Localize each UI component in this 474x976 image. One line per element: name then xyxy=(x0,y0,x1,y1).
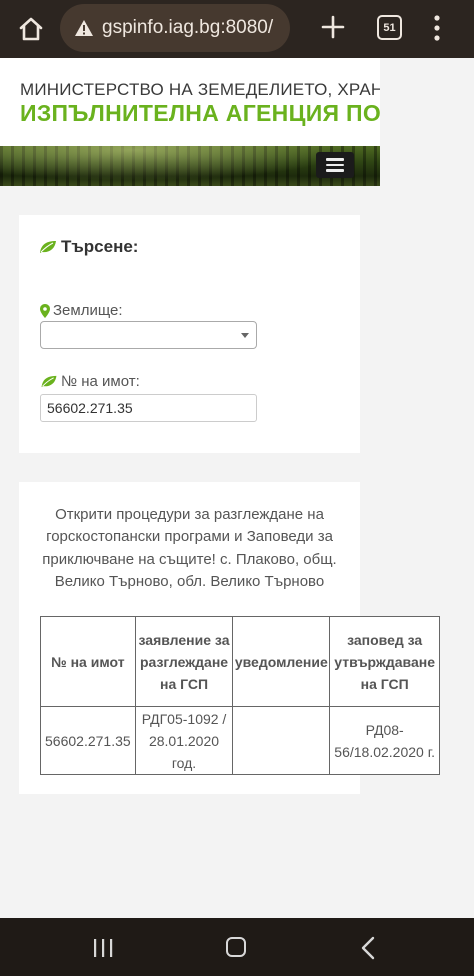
site-header: МИНИСТЕРСТВО НА ЗЕМЕДЕЛИЕТО, ХРАНИТЕ И Г… xyxy=(0,58,380,146)
chevron-down-icon xyxy=(241,333,249,338)
plus-icon[interactable] xyxy=(318,12,348,42)
results-heading: Открити процедури за разглеждане на горс… xyxy=(42,506,337,591)
results-table: № на имот заявление за разглеждане на ГС… xyxy=(40,616,440,775)
system-nav-bar xyxy=(0,918,474,976)
parcel-label-text: № на имот: xyxy=(61,373,140,390)
browser-toolbar: gspinfo.iag.bg:8080/ 51 xyxy=(0,0,474,58)
search-title-text: Търсене: xyxy=(61,237,139,256)
agency-name[interactable]: ИЗПЪЛНИТЕЛНА АГЕНЦИЯ ПО ГОРИТЕ xyxy=(20,100,380,127)
map-marker-icon xyxy=(40,303,50,318)
zemlishte-label-text: Землище: xyxy=(53,302,123,319)
hamburger-line xyxy=(326,169,344,172)
table-cell xyxy=(232,706,331,775)
column-header: уведомление xyxy=(232,616,331,707)
leaf-icon xyxy=(40,241,56,253)
recent-apps-icon[interactable] xyxy=(92,938,114,958)
table-cell: 56602.271.35 xyxy=(40,706,136,775)
parcel-number-input[interactable]: 56602.271.35 xyxy=(40,394,257,422)
search-panel: Търсене: Землище: № на имот: 56602.271.3… xyxy=(19,215,360,453)
column-header: № на имот xyxy=(40,616,136,707)
column-header: заповед за утвърждаване на ГСП xyxy=(329,616,440,707)
system-home-icon[interactable] xyxy=(226,937,246,957)
url-text: gspinfo.iag.bg:8080/ xyxy=(102,17,274,38)
info-icon[interactable] xyxy=(74,18,94,38)
kebab-menu-icon[interactable] xyxy=(430,13,444,43)
hamburger-line xyxy=(326,158,344,161)
hamburger-icon[interactable] xyxy=(316,152,354,178)
back-icon[interactable] xyxy=(360,936,376,960)
tab-count: 51 xyxy=(383,21,396,34)
address-bar[interactable]: gspinfo.iag.bg:8080/ xyxy=(60,4,290,52)
parcel-label: № на имот: xyxy=(40,373,140,390)
leaf-icon xyxy=(41,375,57,388)
search-title: Търсене: xyxy=(39,237,138,257)
table-cell: РД08-56/18.02.2020 г. xyxy=(329,706,440,775)
ministry-name: МИНИСТЕРСТВО НА ЗЕМЕДЕЛИЕТО, ХРАНИТЕ И Г… xyxy=(20,80,380,99)
zemlishte-label: Землище: xyxy=(40,302,123,319)
results-panel: Открити процедури за разглеждане на горс… xyxy=(19,482,440,794)
table-row: 56602.271.35 РДГ05-1092 / 28.01.2020 год… xyxy=(40,706,440,775)
table-header-row: № на имот заявление за разглеждане на ГС… xyxy=(40,616,440,707)
home-icon[interactable] xyxy=(14,12,48,46)
hamburger-line xyxy=(326,163,344,167)
tab-switcher-icon[interactable]: 51 xyxy=(377,15,402,40)
column-header: заявление за разглеждане на ГСП xyxy=(134,616,234,707)
header-gap xyxy=(380,58,474,146)
table-cell: РДГ05-1092 / 28.01.2020 год. xyxy=(134,706,234,775)
zemlishte-select[interactable] xyxy=(40,321,257,349)
